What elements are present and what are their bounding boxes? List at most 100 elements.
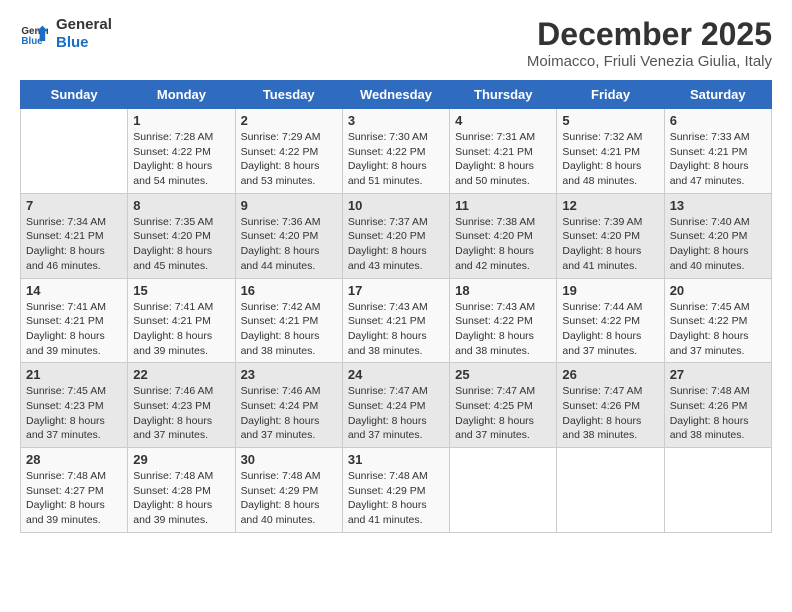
- weekday-header-wednesday: Wednesday: [342, 81, 449, 109]
- day-number: 9: [241, 198, 337, 213]
- calendar-table: SundayMondayTuesdayWednesdayThursdayFrid…: [20, 80, 772, 533]
- calendar-cell: [21, 109, 128, 194]
- day-info: Sunrise: 7:32 AM Sunset: 4:21 PM Dayligh…: [562, 130, 658, 189]
- logo: General Blue General Blue: [20, 16, 112, 52]
- calendar-cell: 18 Sunrise: 7:43 AM Sunset: 4:22 PM Dayli…: [450, 278, 557, 363]
- calendar-cell: 22 Sunrise: 7:46 AM Sunset: 4:23 PM Dayli…: [128, 363, 235, 448]
- calendar-cell: 20 Sunrise: 7:45 AM Sunset: 4:22 PM Dayli…: [664, 278, 771, 363]
- day-info: Sunrise: 7:36 AM Sunset: 4:20 PM Dayligh…: [241, 215, 337, 274]
- day-info: Sunrise: 7:38 AM Sunset: 4:20 PM Dayligh…: [455, 215, 551, 274]
- calendar-cell: 31 Sunrise: 7:48 AM Sunset: 4:29 PM Dayli…: [342, 448, 449, 533]
- header: General Blue General Blue December 2025 …: [20, 16, 772, 70]
- day-number: 8: [133, 198, 229, 213]
- day-info: Sunrise: 7:46 AM Sunset: 4:24 PM Dayligh…: [241, 384, 337, 443]
- day-number: 5: [562, 113, 658, 128]
- calendar-cell: 23 Sunrise: 7:46 AM Sunset: 4:24 PM Dayli…: [235, 363, 342, 448]
- calendar-cell: 29 Sunrise: 7:48 AM Sunset: 4:28 PM Dayli…: [128, 448, 235, 533]
- day-number: 31: [348, 452, 444, 467]
- calendar-cell: 3 Sunrise: 7:30 AM Sunset: 4:22 PM Daylig…: [342, 109, 449, 194]
- day-info: Sunrise: 7:48 AM Sunset: 4:28 PM Dayligh…: [133, 469, 229, 528]
- day-info: Sunrise: 7:43 AM Sunset: 4:21 PM Dayligh…: [348, 300, 444, 359]
- calendar-cell: 4 Sunrise: 7:31 AM Sunset: 4:21 PM Daylig…: [450, 109, 557, 194]
- calendar-cell: 5 Sunrise: 7:32 AM Sunset: 4:21 PM Daylig…: [557, 109, 664, 194]
- calendar-cell: 2 Sunrise: 7:29 AM Sunset: 4:22 PM Daylig…: [235, 109, 342, 194]
- calendar-week-row: 7 Sunrise: 7:34 AM Sunset: 4:21 PM Daylig…: [21, 193, 772, 278]
- day-number: 16: [241, 283, 337, 298]
- day-number: 3: [348, 113, 444, 128]
- day-info: Sunrise: 7:34 AM Sunset: 4:21 PM Dayligh…: [26, 215, 122, 274]
- day-info: Sunrise: 7:30 AM Sunset: 4:22 PM Dayligh…: [348, 130, 444, 189]
- day-info: Sunrise: 7:31 AM Sunset: 4:21 PM Dayligh…: [455, 130, 551, 189]
- day-info: Sunrise: 7:47 AM Sunset: 4:24 PM Dayligh…: [348, 384, 444, 443]
- day-number: 24: [348, 367, 444, 382]
- calendar-week-row: 1 Sunrise: 7:28 AM Sunset: 4:22 PM Daylig…: [21, 109, 772, 194]
- day-info: Sunrise: 7:47 AM Sunset: 4:25 PM Dayligh…: [455, 384, 551, 443]
- calendar-cell: 6 Sunrise: 7:33 AM Sunset: 4:21 PM Daylig…: [664, 109, 771, 194]
- day-info: Sunrise: 7:33 AM Sunset: 4:21 PM Dayligh…: [670, 130, 766, 189]
- day-number: 20: [670, 283, 766, 298]
- day-number: 21: [26, 367, 122, 382]
- calendar-cell: 28 Sunrise: 7:48 AM Sunset: 4:27 PM Dayli…: [21, 448, 128, 533]
- day-number: 22: [133, 367, 229, 382]
- day-number: 1: [133, 113, 229, 128]
- day-number: 4: [455, 113, 551, 128]
- calendar-cell: [557, 448, 664, 533]
- month-title: December 2025: [527, 16, 772, 53]
- weekday-header-row: SundayMondayTuesdayWednesdayThursdayFrid…: [21, 81, 772, 109]
- day-info: Sunrise: 7:41 AM Sunset: 4:21 PM Dayligh…: [133, 300, 229, 359]
- calendar-cell: 19Sunrise: 7:44 AM Sunset: 4:22 PM Dayli…: [557, 278, 664, 363]
- day-number: 13: [670, 198, 766, 213]
- calendar-cell: [664, 448, 771, 533]
- day-number: 28: [26, 452, 122, 467]
- day-info: Sunrise: 7:46 AM Sunset: 4:23 PM Dayligh…: [133, 384, 229, 443]
- calendar-cell: 1 Sunrise: 7:28 AM Sunset: 4:22 PM Daylig…: [128, 109, 235, 194]
- day-number: 27: [670, 367, 766, 382]
- weekday-header-sunday: Sunday: [21, 81, 128, 109]
- calendar-cell: 13 Sunrise: 7:40 AM Sunset: 4:20 PM Dayli…: [664, 193, 771, 278]
- day-info: Sunrise: 7:40 AM Sunset: 4:20 PM Dayligh…: [670, 215, 766, 274]
- day-info: Sunrise: 7:48 AM Sunset: 4:29 PM Dayligh…: [348, 469, 444, 528]
- day-number: 29: [133, 452, 229, 467]
- calendar-cell: 15 Sunrise: 7:41 AM Sunset: 4:21 PM Dayli…: [128, 278, 235, 363]
- day-info: Sunrise: 7:43 AM Sunset: 4:22 PM Dayligh…: [455, 300, 551, 359]
- calendar-cell: 9 Sunrise: 7:36 AM Sunset: 4:20 PM Daylig…: [235, 193, 342, 278]
- title-area: December 2025 Moimacco, Friuli Venezia G…: [527, 16, 772, 70]
- day-info: Sunrise: 7:35 AM Sunset: 4:20 PM Dayligh…: [133, 215, 229, 274]
- day-number: 2: [241, 113, 337, 128]
- day-number: 10: [348, 198, 444, 213]
- location-title: Moimacco, Friuli Venezia Giulia, Italy: [527, 53, 772, 70]
- calendar-week-row: 21Sunrise: 7:45 AM Sunset: 4:23 PM Dayli…: [21, 363, 772, 448]
- logo-icon: General Blue: [20, 20, 48, 48]
- day-number: 17: [348, 283, 444, 298]
- day-number: 14: [26, 283, 122, 298]
- day-info: Sunrise: 7:48 AM Sunset: 4:29 PM Dayligh…: [241, 469, 337, 528]
- calendar-cell: 26Sunrise: 7:47 AM Sunset: 4:26 PM Dayli…: [557, 363, 664, 448]
- day-number: 15: [133, 283, 229, 298]
- day-number: 18: [455, 283, 551, 298]
- calendar-week-row: 14 Sunrise: 7:41 AM Sunset: 4:21 PM Dayli…: [21, 278, 772, 363]
- day-info: Sunrise: 7:48 AM Sunset: 4:27 PM Dayligh…: [26, 469, 122, 528]
- day-number: 11: [455, 198, 551, 213]
- calendar-cell: 30Sunrise: 7:48 AM Sunset: 4:29 PM Dayli…: [235, 448, 342, 533]
- calendar-cell: 17 Sunrise: 7:43 AM Sunset: 4:21 PM Dayli…: [342, 278, 449, 363]
- day-number: 25: [455, 367, 551, 382]
- day-info: Sunrise: 7:37 AM Sunset: 4:20 PM Dayligh…: [348, 215, 444, 274]
- day-info: Sunrise: 7:28 AM Sunset: 4:22 PM Dayligh…: [133, 130, 229, 189]
- day-info: Sunrise: 7:41 AM Sunset: 4:21 PM Dayligh…: [26, 300, 122, 359]
- day-number: 26: [562, 367, 658, 382]
- day-number: 7: [26, 198, 122, 213]
- day-number: 12: [562, 198, 658, 213]
- calendar-cell: 16Sunrise: 7:42 AM Sunset: 4:21 PM Dayli…: [235, 278, 342, 363]
- weekday-header-saturday: Saturday: [664, 81, 771, 109]
- calendar-week-row: 28 Sunrise: 7:48 AM Sunset: 4:27 PM Dayli…: [21, 448, 772, 533]
- weekday-header-friday: Friday: [557, 81, 664, 109]
- day-info: Sunrise: 7:29 AM Sunset: 4:22 PM Dayligh…: [241, 130, 337, 189]
- calendar-cell: 25 Sunrise: 7:47 AM Sunset: 4:25 PM Dayli…: [450, 363, 557, 448]
- calendar-cell: 27 Sunrise: 7:48 AM Sunset: 4:26 PM Dayli…: [664, 363, 771, 448]
- day-info: Sunrise: 7:48 AM Sunset: 4:26 PM Dayligh…: [670, 384, 766, 443]
- calendar-cell: 10 Sunrise: 7:37 AM Sunset: 4:20 PM Dayli…: [342, 193, 449, 278]
- day-number: 6: [670, 113, 766, 128]
- day-info: Sunrise: 7:45 AM Sunset: 4:22 PM Dayligh…: [670, 300, 766, 359]
- calendar-cell: 8 Sunrise: 7:35 AM Sunset: 4:20 PM Daylig…: [128, 193, 235, 278]
- day-number: 23: [241, 367, 337, 382]
